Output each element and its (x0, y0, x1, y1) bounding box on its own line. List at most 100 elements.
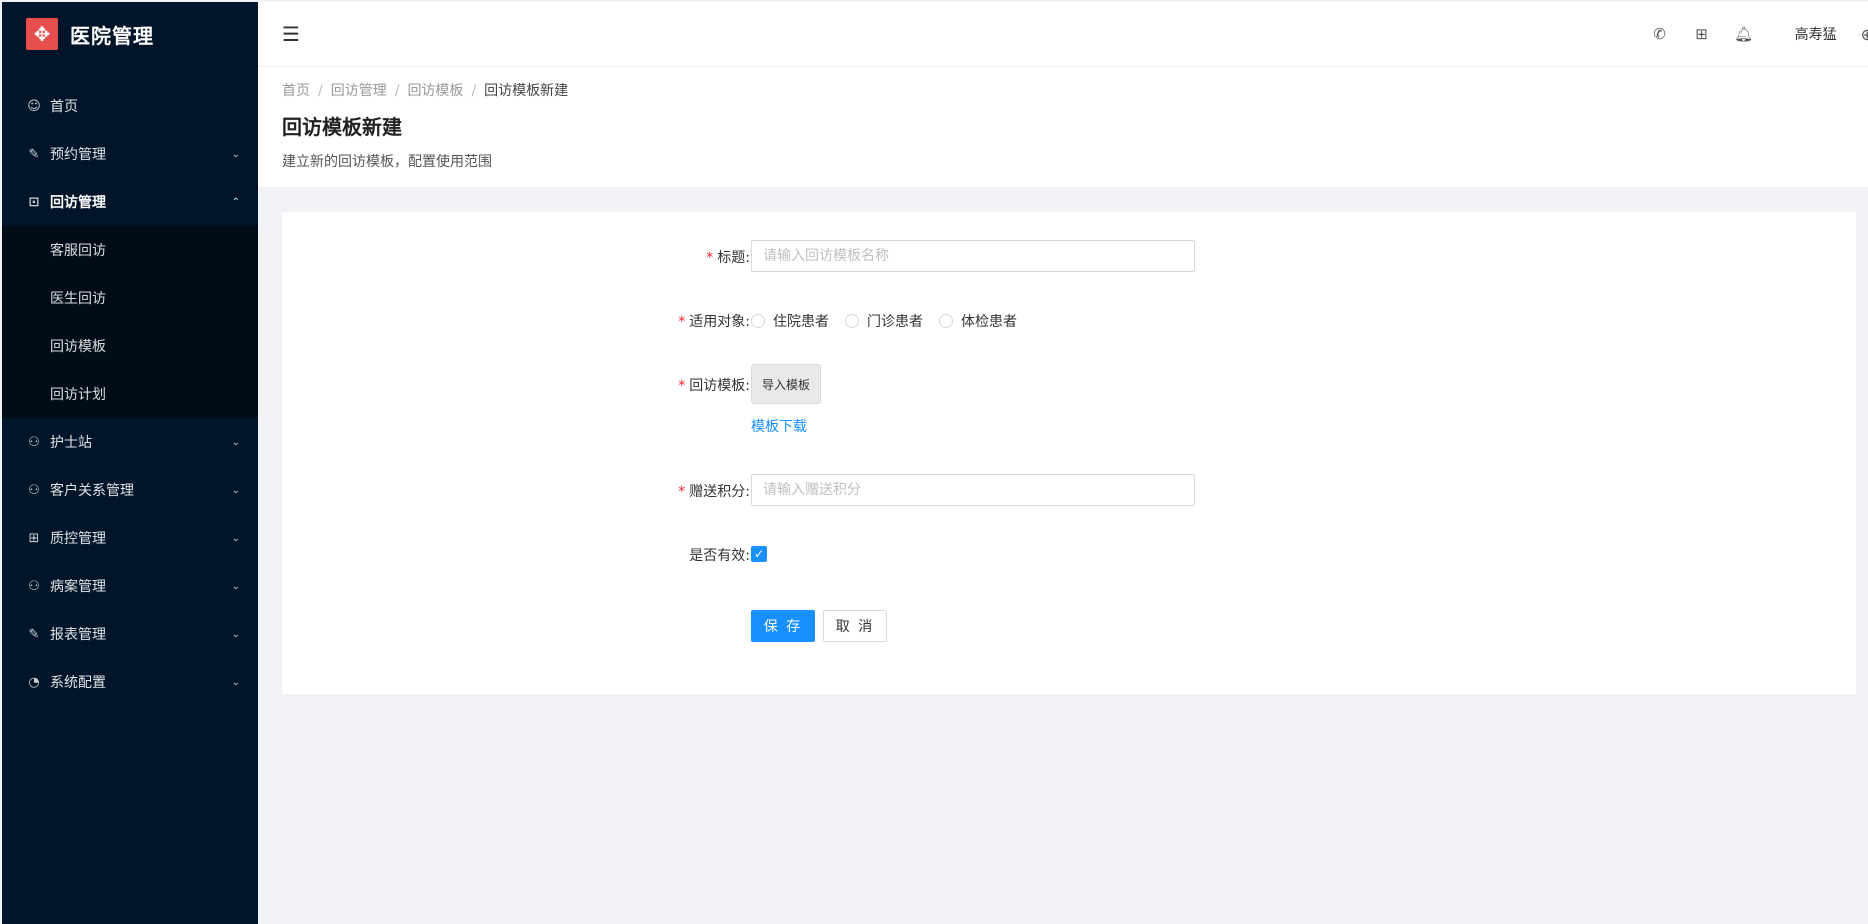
page-description: 建立新的回访模板，配置使用范围 (282, 154, 492, 170)
sidebar-item-nurse-station[interactable]: ⚇ 护士站 ⌄ (2, 418, 258, 466)
sidebar-item-medical-records[interactable]: ⚇ 病案管理 ⌄ (2, 562, 258, 610)
user-name[interactable]: 高寿猛 (1795, 24, 1837, 44)
points-label-text: 赠送积分: (689, 484, 750, 500)
user-icon: ⚇ (28, 434, 40, 450)
chevron-down-icon: ⌄ (231, 484, 240, 496)
chevron-down-icon: ⌄ (231, 532, 240, 544)
radio-label: 体检患者 (961, 314, 1017, 330)
title-field-wrapper (751, 240, 1195, 272)
valid-label: 是否有效: (282, 545, 750, 565)
smile-icon: ☺ (27, 98, 41, 114)
sidebar-item-crm[interactable]: ⚇ 客户关系管理 ⌄ (2, 466, 258, 514)
submenu-item-doctor-followup[interactable]: 医生回访 (2, 274, 258, 322)
sidebar: ✥ 医院管理 ☺ 首页 ✎ 预约管理 ⌄ ⊡ 回访管理 ⌃ 客服回访 医生回访 … (2, 2, 258, 924)
app-title: 医院管理 (70, 23, 154, 48)
hospital-logo-icon: ✥ (26, 18, 58, 50)
sidebar-item-reports[interactable]: ✎ 报表管理 ⌄ (2, 610, 258, 658)
submenu-item-service-followup[interactable]: 客服回访 (2, 226, 258, 274)
logo[interactable]: ✥ 医院管理 (2, 2, 258, 66)
chevron-down-icon: ⌄ (231, 676, 240, 688)
sidebar-item-label: 预约管理 (50, 147, 106, 163)
menu-fold-icon[interactable]: ☰ (282, 22, 300, 46)
submenu-item-followup-plan[interactable]: 回访计划 (2, 370, 258, 418)
radio-label: 门诊患者 (867, 314, 923, 330)
sidebar-item-label: 病案管理 (50, 579, 106, 595)
dashboard-icon: ◔ (28, 674, 40, 690)
radio-checkup[interactable]: 体检患者 (939, 311, 1017, 331)
valid-checkbox[interactable]: ✓ (751, 546, 767, 562)
template-label-text: 回访模板: (689, 378, 750, 394)
sidebar-item-label: 系统配置 (50, 675, 106, 691)
header-actions: ✆ ⊞ 🔔︎ 高寿猛 ⊕ (1639, 2, 1868, 66)
title-label: * 标题: (282, 247, 750, 267)
chevron-down-icon: ⌄ (231, 436, 240, 448)
points-field-wrapper (751, 474, 1195, 506)
breadcrumb: 首页 / 回访管理 / 回访模板 / 回访模板新建 (282, 80, 568, 100)
page-header: 首页 / 回访管理 / 回访模板 / 回访模板新建 回访模板新建 建立新的回访模板，配置使用… (258, 67, 1868, 187)
template-download-link[interactable]: 模板下载 (751, 419, 807, 435)
breadcrumb-item-current: 回访模板新建 (484, 83, 569, 99)
save-button[interactable]: 保 存 (751, 610, 815, 642)
valid-label-text: 是否有效: (689, 548, 750, 564)
radio-circle[interactable] (845, 314, 859, 328)
chevron-up-icon: ⌃ (231, 196, 240, 208)
table-icon: ⊞ (28, 530, 40, 546)
radio-circle[interactable] (939, 314, 953, 328)
points-input[interactable] (751, 474, 1195, 506)
breadcrumb-item-template[interactable]: 回访模板 (407, 83, 463, 99)
breadcrumb-separator: / (318, 83, 323, 99)
page-title: 回访模板新建 (282, 115, 402, 139)
form-card: *标题: *适用对象: 住院患者 门诊患者 体检患者 *回访模板: 导入模板 模… (282, 212, 1856, 694)
required-mark: * (678, 314, 686, 330)
breadcrumb-item-followup[interactable]: 回访管理 (331, 83, 387, 99)
radio-inpatient[interactable]: 住院患者 (751, 311, 829, 331)
bell-icon[interactable]: 🔔︎ (1723, 25, 1765, 43)
breadcrumb-separator: / (394, 83, 400, 99)
radio-label: 住院患者 (773, 314, 829, 330)
required-mark: * (678, 378, 686, 394)
edit-icon: ✎ (28, 626, 40, 642)
submenu-item-followup-template[interactable]: 回访模板 (2, 322, 258, 370)
target-label: * 适用对象: (282, 311, 750, 331)
sidebar-item-appointments[interactable]: ✎ 预约管理 ⌄ (2, 130, 258, 178)
sidebar-item-quality-control[interactable]: ⊞ 质控管理 ⌄ (2, 514, 258, 562)
cancel-button[interactable]: 取 消 (823, 610, 887, 642)
top-header: ☰ ✆ ⊞ 🔔︎ 高寿猛 ⊕ (258, 2, 1868, 67)
sidebar-item-home[interactable]: ☺ 首页 (2, 82, 258, 130)
check-icon: ✓ (753, 547, 765, 561)
globe-icon[interactable]: ⊕ (1861, 25, 1868, 44)
sidebar-item-label: 护士站 (50, 435, 92, 451)
phone-icon[interactable]: ✆ (1639, 25, 1681, 43)
lock-icon: ⊡ (28, 194, 40, 210)
title-input[interactable] (751, 240, 1195, 272)
required-mark: * (678, 484, 686, 500)
import-template-button[interactable]: 导入模板 (751, 364, 821, 404)
target-radio-group: 住院患者 门诊患者 体检患者 (751, 311, 1033, 331)
template-label: * 回访模板: (282, 375, 750, 395)
required-mark: * (706, 250, 714, 266)
download-wrapper: 模板下载 (751, 416, 807, 436)
chevron-down-icon: ⌄ (231, 628, 240, 640)
form-actions: 保 存 取 消 (751, 610, 887, 642)
chevron-down-icon: ⌄ (231, 148, 240, 160)
sidebar-item-label: 首页 (50, 99, 78, 115)
points-label: * 赠送积分: (282, 481, 750, 501)
sidebar-menu: ☺ 首页 ✎ 预约管理 ⌄ ⊡ 回访管理 ⌃ 客服回访 医生回访 回访模板 回访… (2, 82, 258, 706)
sidebar-item-followup[interactable]: ⊡ 回访管理 ⌃ (2, 178, 258, 226)
radio-circle[interactable] (751, 314, 765, 328)
followup-submenu: 客服回访 医生回访 回访模板 回访计划 (2, 226, 258, 418)
sidebar-item-label: 回访管理 (50, 195, 106, 211)
sidebar-item-system-config[interactable]: ◔ 系统配置 ⌄ (2, 658, 258, 706)
valid-field-wrapper: ✓ (751, 546, 767, 562)
user-icon: ⚇ (28, 578, 40, 594)
sidebar-item-label: 客户关系管理 (50, 483, 134, 499)
radio-outpatient[interactable]: 门诊患者 (845, 311, 923, 331)
user-icon: ⚇ (28, 482, 40, 498)
edit-icon: ✎ (28, 146, 40, 162)
sidebar-item-label: 质控管理 (50, 531, 106, 547)
target-label-text: 适用对象: (689, 314, 750, 330)
template-field-wrapper: 导入模板 (751, 364, 821, 404)
breadcrumb-item-home[interactable]: 首页 (282, 83, 310, 99)
apps-grid-icon[interactable]: ⊞ (1681, 25, 1723, 43)
breadcrumb-separator: / (471, 83, 477, 99)
